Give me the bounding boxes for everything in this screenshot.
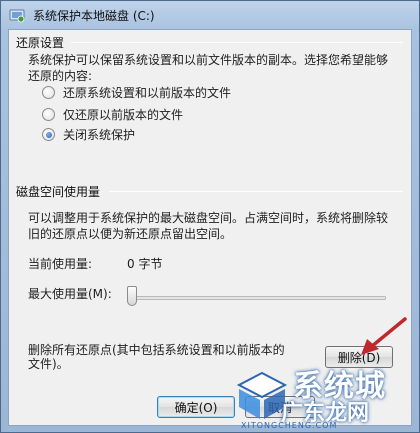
radio-button[interactable] [42,108,55,121]
watermark: 系统城 广东龙网 XITONGCHENG.COM [231,361,420,433]
max-usage-slider-track[interactable] [131,296,386,300]
restore-group-divider [71,42,403,43]
restore-group-label: 还原设置 [16,36,65,50]
red-arrow-annotation-icon [361,317,407,355]
title-bar[interactable]: 系统保护本地磁盘 (C:) [1,1,419,29]
radio-label: 还原系统设置和以前版本的文件 [63,86,232,100]
radio-button[interactable] [42,86,55,99]
radio-label: 关闭系统保护 [63,128,136,142]
radio-restore-files-only[interactable]: 仅还原以前版本的文件 [42,106,183,123]
delete-description-line-2: 文件)。 [28,357,69,371]
current-usage-label: 当前使用量: [28,257,93,271]
restore-description-line-2: 还原的内容: [28,69,93,83]
disk-description-line-1: 可以调整用于系统保护的最大磁盘空间。占满空间时，系统将删除较 [28,211,389,225]
radio-restore-settings-and-files[interactable]: 还原系统设置和以前版本的文件 [42,84,231,101]
max-usage-label: 最大使用量(M): [28,287,112,301]
disk-description-line-2: 旧的还原点以便为新还原点留出空间。 [28,227,233,241]
radio-label: 仅还原以前版本的文件 [63,108,184,122]
max-usage-slider-thumb[interactable] [127,286,137,306]
watermark-url-text: XITONGCHENG.COM [241,421,338,430]
ok-button[interactable]: 确定(O) [157,396,235,418]
dialog-window: 系统保护本地磁盘 (C:) 还原设置 系统保护可以保留系统设置和以前文件版本的副… [0,0,420,433]
radio-turn-off-protection[interactable]: 关闭系统保护 [42,126,135,143]
disk-usage-group-label: 磁盘空间使用量 [16,185,101,199]
restore-description-line-1: 系统保护可以保留系统设置和以前文件版本的副本。选择您希望能够 [28,53,389,67]
system-protection-icon [9,7,25,23]
radio-button-selected[interactable] [42,128,55,141]
current-usage-value: 0 字节 [127,257,163,271]
window-title: 系统保护本地磁盘 (C:) [33,8,155,23]
disk-usage-group-divider [109,191,403,192]
